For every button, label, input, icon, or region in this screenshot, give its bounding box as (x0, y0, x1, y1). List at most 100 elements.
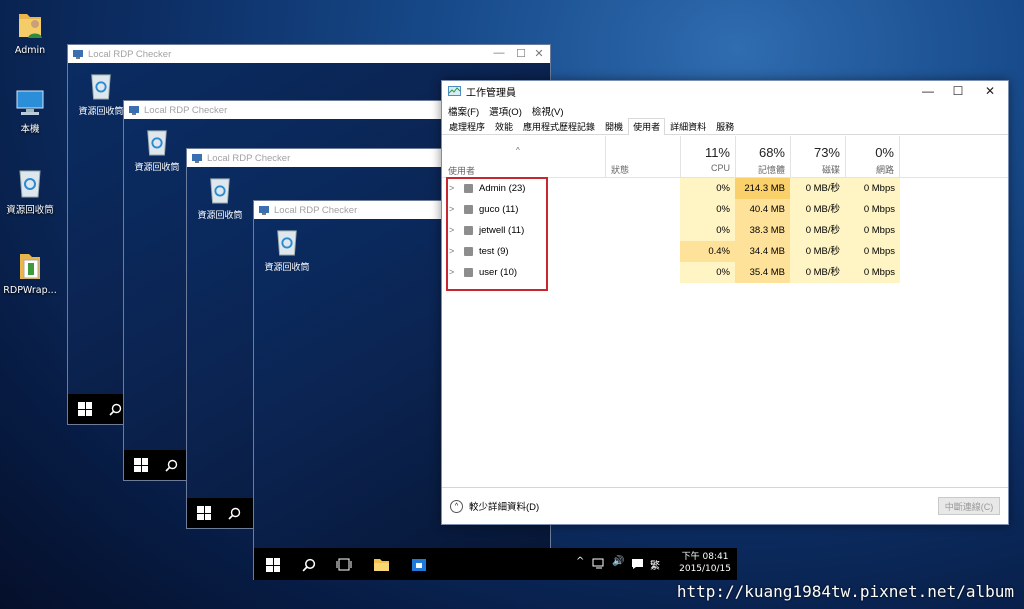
memory-cell: 35.4 MB (735, 262, 790, 283)
desktop-icon-label: 本機 (20, 124, 40, 135)
rdp-title: Local RDP Checker (207, 152, 291, 164)
network-icon[interactable] (592, 558, 606, 570)
recycle-bin-icon (91, 74, 111, 100)
close-icon[interactable]: ✕ (532, 47, 546, 60)
tray-chevron-icon[interactable]: ^ (576, 556, 584, 567)
rdp-titlebar[interactable]: Local RDP Checker — ☐ ✕ (68, 45, 550, 63)
recycle-bin-icon (277, 230, 297, 256)
desktop-icon-recycle-bin[interactable]: 資源回收筒 (0, 167, 60, 216)
network-cell: 0 Mbps (845, 178, 900, 199)
rdp-title: Local RDP Checker (144, 104, 228, 116)
desktop-icon-admin[interactable]: Admin (0, 8, 60, 56)
clock-date: 2015/10/15 (679, 564, 731, 574)
window-title: 工作管理員 (466, 88, 516, 99)
rdp-app-icon (73, 50, 83, 59)
remote-recycle-bin[interactable]: 資源回收筒 (260, 227, 314, 273)
remote-recycle-bin[interactable]: 資源回收筒 (74, 71, 128, 117)
remote-recycle-bin[interactable]: 資源回收筒 (193, 175, 247, 221)
recycle-bin-icon (147, 130, 167, 156)
recycle-bin-label: 資源回收筒 (264, 263, 310, 273)
task-manager-footer: ^ 較少詳細資料(D) 中斷連線(C) (442, 487, 1008, 524)
column-header-row: ^ 使用者 狀態 11% CPU 68% 記憶體 73% 磁碟 0% 網路 (442, 136, 1008, 178)
minimize-icon[interactable]: — (492, 47, 506, 59)
column-network[interactable]: 0% 網路 (845, 136, 900, 178)
memory-total: 68% (758, 145, 785, 160)
fewer-details-link[interactable]: 較少詳細資料(D) (469, 499, 539, 513)
maximize-icon[interactable]: ☐ (514, 47, 528, 60)
volume-icon[interactable]: 🔊 (612, 556, 624, 567)
remote-recycle-bin[interactable]: 資源回收筒 (130, 127, 184, 173)
search-icon[interactable] (228, 507, 241, 520)
disk-label: 磁碟 (821, 165, 840, 175)
cpu-cell: 0% (680, 262, 735, 283)
disk-cell: 0 MB/秒 (790, 262, 845, 283)
chevron-up-icon[interactable]: ^ (450, 499, 463, 513)
folder-zip-icon (20, 254, 40, 279)
recycle-bin-label: 資源回收筒 (197, 211, 243, 221)
windows-start-icon[interactable] (134, 458, 148, 472)
search-icon[interactable] (302, 558, 316, 572)
tab-performance[interactable]: 效能 (490, 118, 518, 135)
recycle-bin-icon (210, 178, 230, 204)
network-cell: 0 Mbps (845, 241, 900, 262)
menu-bar: 檔案(F) 選項(O) 檢視(V) (442, 102, 1008, 119)
tab-services[interactable]: 服務 (711, 118, 739, 135)
search-icon[interactable] (165, 459, 178, 472)
clock-time: 下午 08:41 (681, 552, 729, 562)
column-disk[interactable]: 73% 磁碟 (790, 136, 845, 178)
user-folder-icon (19, 14, 42, 38)
network-label: 網路 (875, 165, 894, 175)
tab-startup[interactable]: 開機 (600, 118, 628, 135)
cpu-total: 11% (704, 145, 730, 160)
rdp-title: Local RDP Checker (88, 48, 172, 60)
desktop-icon-label: Admin (14, 45, 46, 56)
cpu-cell: 0% (680, 178, 735, 199)
menu-options[interactable]: 選項(O) (489, 104, 522, 118)
windows-start-icon[interactable] (197, 506, 211, 520)
task-view-icon[interactable] (336, 558, 352, 571)
store-icon[interactable] (411, 556, 427, 572)
menu-view[interactable]: 檢視(V) (532, 104, 564, 118)
column-cpu[interactable]: 11% CPU (680, 136, 735, 178)
windows-start-icon[interactable] (78, 402, 92, 416)
main-taskbar: ^ 🔊 繁 下午 08:41 2015/10/15 (254, 548, 737, 580)
desktop-icon-this-pc[interactable]: 本機 (0, 88, 60, 135)
memory-label: 記憶體 (757, 165, 785, 175)
computer-icon (16, 90, 44, 115)
column-user[interactable]: 使用者 (448, 164, 475, 177)
maximize-icon[interactable]: ☐ (946, 84, 970, 98)
close-icon[interactable]: ✕ (978, 84, 1002, 98)
disconnect-button[interactable]: 中斷連線(C) (938, 497, 1000, 515)
disk-cell: 0 MB/秒 (790, 220, 845, 241)
column-status[interactable]: 狀態 (605, 136, 680, 178)
recycle-bin-label: 資源回收筒 (78, 107, 124, 117)
clock[interactable]: 下午 08:41 2015/10/15 (679, 551, 731, 575)
network-total: 0% (875, 145, 894, 160)
memory-cell: 40.4 MB (735, 199, 790, 220)
task-manager-titlebar[interactable]: 工作管理員 — ☐ ✕ (442, 81, 1008, 102)
rdp-app-icon (129, 106, 139, 115)
network-cell: 0 Mbps (845, 220, 900, 241)
minimize-icon[interactable]: — (916, 84, 940, 98)
column-memory[interactable]: 68% 記憶體 (735, 136, 790, 178)
desktop-icon-label: RDPWrap... (3, 285, 57, 296)
tab-details[interactable]: 詳細資料 (665, 118, 711, 135)
windows-start-icon[interactable] (266, 558, 280, 572)
rdp-title: Local RDP Checker (274, 204, 358, 216)
menu-file[interactable]: 檔案(F) (448, 104, 479, 118)
task-manager-icon (448, 85, 461, 96)
memory-cell: 38.3 MB (735, 220, 790, 241)
memory-cell: 214.3 MB (735, 178, 790, 199)
tab-processes[interactable]: 處理程序 (444, 118, 490, 135)
search-icon[interactable] (109, 403, 122, 416)
tab-users[interactable]: 使用者 (628, 118, 666, 135)
ime-indicator[interactable]: 繁 (650, 557, 660, 572)
task-manager-window[interactable]: 工作管理員 — ☐ ✕ 檔案(F) 選項(O) 檢視(V) 處理程序 效能 應用… (441, 80, 1009, 525)
cpu-cell: 0% (680, 199, 735, 220)
notification-icon[interactable] (631, 558, 644, 570)
disk-cell: 0 MB/秒 (790, 241, 845, 262)
tab-app-history[interactable]: 應用程式歷程記錄 (518, 118, 600, 135)
network-cell: 0 Mbps (845, 262, 900, 283)
file-explorer-icon[interactable] (373, 557, 390, 572)
desktop-icon-rdpwrap[interactable]: RDPWrap... (0, 250, 60, 296)
